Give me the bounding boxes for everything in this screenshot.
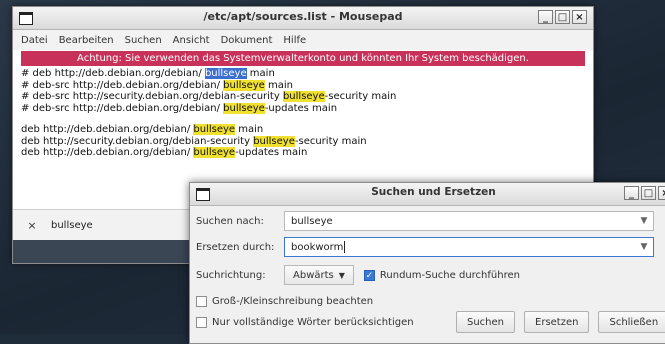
replace-label: Ersetzen durch: (196, 241, 275, 253)
search-row: Suchen nach: bullseye ▼ (196, 210, 654, 232)
search-match: bullseye (193, 147, 236, 158)
search-bar-input[interactable]: bullseye (51, 220, 93, 231)
wrap-option[interactable]: ✓ Rundum-Suche durchführen (363, 269, 520, 281)
whole-word-checkbox[interactable] (196, 316, 207, 328)
close-button[interactable]: × (572, 10, 587, 24)
chevron-down-icon: ▼ (338, 270, 345, 280)
search-button[interactable]: Suchen (456, 311, 516, 333)
case-label: Groß-/Kleinschreibung beachten (212, 295, 374, 307)
editor-line: # deb http://deb.debian.org/debian/ bull… (21, 68, 275, 79)
search-label: Suchen nach: (196, 215, 264, 227)
search-match: bullseye (193, 124, 236, 135)
wrap-label: Rundum-Suche durchführen (379, 269, 520, 281)
whole-row: Nur vollständige Wörter berücksichtigen … (196, 311, 665, 333)
editor-line: # deb-src http://deb.debian.org/debian/ … (21, 102, 338, 114)
menu-ansicht[interactable]: Ansicht (173, 35, 210, 46)
search-combo[interactable]: bullseye ▼ (284, 211, 654, 231)
menu-bearbeiten[interactable]: Bearbeiten (59, 35, 114, 46)
search-match: bullseye (223, 102, 265, 114)
menu-hilfe[interactable]: Hilfe (283, 35, 306, 46)
close-search-bar-icon[interactable]: × (23, 219, 41, 232)
chevron-down-icon[interactable]: ▼ (635, 242, 653, 252)
editor-line: # deb-src http://deb.debian.org/debian/ … (21, 79, 293, 91)
replace-combo[interactable]: bookworm ▼ (284, 237, 654, 257)
selected-match: bullseye (204, 68, 247, 79)
mousepad-titlebar[interactable]: /etc/apt/sources.list - Mousepad _ □ × (13, 7, 593, 30)
search-value: bullseye (291, 215, 333, 227)
text-cursor (344, 241, 346, 253)
direction-row: Suchrichtung: Abwärts ▼ ✓ Rundum-Suche d… (196, 264, 520, 286)
dialog-close-button[interactable]: × (658, 186, 665, 200)
editor-line: deb http://deb.debian.org/debian/ bullse… (21, 124, 264, 135)
direction-value: Abwärts (293, 269, 334, 281)
case-checkbox[interactable] (196, 295, 207, 307)
dialog-maximize-button[interactable]: □ (641, 186, 656, 200)
menu-dokument[interactable]: Dokument (221, 35, 273, 46)
menu-datei[interactable]: Datei (21, 35, 48, 46)
replace-button[interactable]: Ersetzen (524, 311, 590, 333)
case-row: Groß-/Kleinschreibung beachten (196, 290, 373, 312)
maximize-button[interactable]: □ (555, 10, 570, 24)
search-match: bullseye (223, 79, 265, 91)
minimize-button[interactable]: _ (538, 10, 553, 24)
whole-word-label: Nur vollständige Wörter berücksichtigen (212, 316, 414, 328)
editor-line: deb http://security.debian.org/debian-se… (21, 135, 367, 147)
search-replace-dialog: Suchen und Ersetzen _ □ × Suchen nach: b… (189, 182, 665, 344)
editor-line: # deb-src http://security.debian.org/deb… (21, 91, 397, 102)
search-match: bullseye (282, 91, 325, 102)
search-match: bullseye (253, 135, 295, 147)
direction-label: Suchrichtung: (196, 269, 266, 281)
menubar: Datei Bearbeiten Suchen Ansicht Dokument… (13, 30, 593, 50)
menu-suchen[interactable]: Suchen (125, 35, 162, 46)
root-warning-banner: Achtung: Sie verwenden das Systemverwalt… (21, 51, 585, 66)
dialog-minimize-button[interactable]: _ (624, 186, 639, 200)
direction-dropdown[interactable]: Abwärts ▼ (284, 265, 354, 285)
wrap-checkbox[interactable]: ✓ (363, 269, 375, 281)
close-dialog-button[interactable]: Schließen (598, 311, 665, 333)
editor-line: deb http://deb.debian.org/debian/ bullse… (21, 147, 308, 158)
chevron-down-icon[interactable]: ▼ (635, 216, 653, 226)
replace-row: Ersetzen durch: bookworm ▼ (196, 236, 654, 258)
editor-blank-line (21, 114, 593, 124)
dialog-titlebar[interactable]: Suchen und Ersetzen _ □ × (190, 183, 665, 206)
window-title: /etc/apt/sources.list - Mousepad (203, 10, 403, 23)
replace-value: bookworm (291, 242, 344, 253)
dialog-title: Suchen und Ersetzen (371, 186, 496, 198)
